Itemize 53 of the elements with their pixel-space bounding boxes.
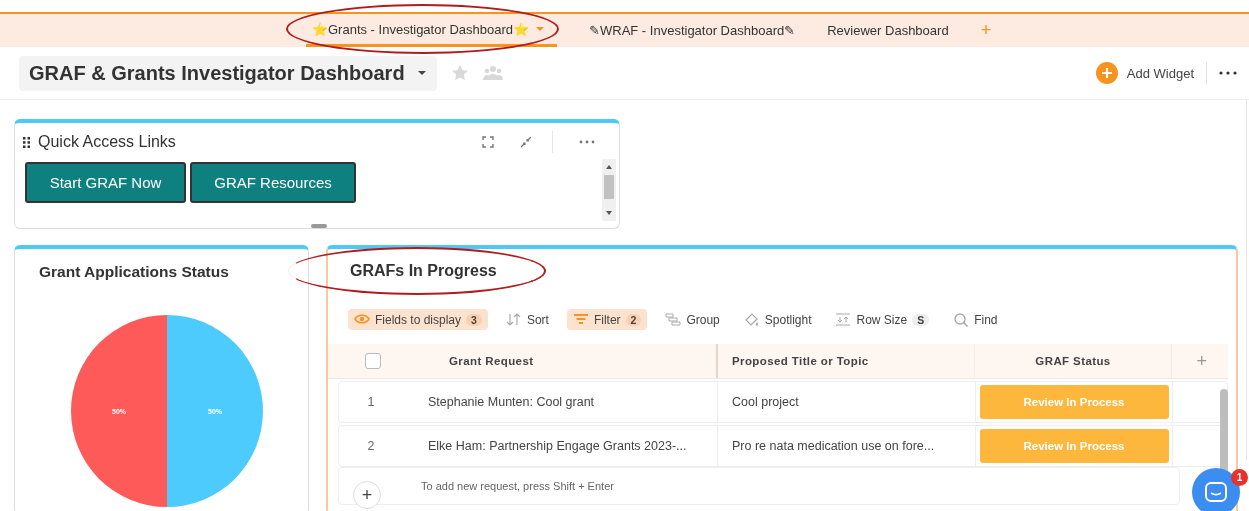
- row-number: 1: [366, 394, 376, 411]
- count-badge: 2: [625, 313, 642, 326]
- table-cell: Pro re nata medication use on fore...: [717, 426, 975, 466]
- add-widget-button[interactable]: Add Widget: [1095, 62, 1194, 84]
- group-icon: [665, 312, 682, 327]
- column-header[interactable]: Proposed Title or Topic: [716, 344, 974, 378]
- link-button[interactable]: GRAF Resources: [190, 162, 356, 203]
- table-cell-text: Elke Ham: Partnership Engage Grants 2023-...: [427, 438, 688, 455]
- resize-handle[interactable]: [311, 224, 327, 228]
- toolbar-button[interactable]: Spotlight: [737, 309, 818, 330]
- people-icon: [482, 65, 503, 81]
- more-icon: [1219, 71, 1237, 75]
- link-button[interactable]: Start GRAF Now: [25, 162, 186, 203]
- count-badge: S: [912, 313, 930, 326]
- add-row-hint: To add new request, press Shift + Enter: [421, 480, 614, 492]
- column-header[interactable]: GRAF Status: [974, 344, 1171, 378]
- dashboard-tab[interactable]: Reviewer Dashboard: [821, 14, 961, 47]
- caret-icon: [535, 26, 545, 32]
- toolbar-button[interactable]: Sort: [499, 309, 555, 330]
- row-size-icon: [835, 312, 852, 327]
- paint-bucket-icon: [743, 312, 760, 327]
- plus-icon: [1095, 62, 1118, 84]
- status-tag: Review In Process: [979, 429, 1169, 463]
- widget-title: Quick Access Links: [38, 133, 176, 151]
- row-number: 2: [366, 438, 376, 455]
- count-badge: 3: [466, 313, 482, 326]
- scrollbar-drawing: [602, 159, 616, 221]
- table-cell: Cool project: [717, 382, 975, 422]
- toolbar-button[interactable]: Row Size S: [829, 309, 936, 330]
- toolbar-button[interactable]: Group: [659, 309, 726, 330]
- add-row-button[interactable]: +: [353, 481, 381, 509]
- checkbox[interactable]: [365, 353, 381, 369]
- unread-badge: 1: [1231, 469, 1248, 486]
- chat-icon: [1205, 482, 1227, 502]
- filter-icon: [572, 312, 589, 327]
- search-icon: [953, 312, 970, 327]
- expand-icon: [482, 136, 494, 148]
- widget-title: Grant Applications Status: [39, 263, 230, 281]
- collapse-icon: [520, 136, 532, 148]
- table-cell-text: Stephanie Munten: Cool grant: [427, 394, 596, 411]
- toolbar-button[interactable]: Fields to display 3: [348, 309, 488, 330]
- widget-title: GRAFs In Progress: [350, 259, 497, 283]
- dashboard-tab[interactable]: ⭐Grants - Investigator Dashboard⭐: [306, 14, 557, 47]
- column-header[interactable]: Grant Request: [393, 344, 716, 378]
- caret-icon: [416, 70, 427, 76]
- toolbar-button[interactable]: Filter 2: [566, 309, 648, 330]
- more-icon: [579, 140, 595, 144]
- dashboard-title[interactable]: GRAF & Grants Investigator Dashboard: [19, 55, 437, 91]
- status-tag: Review In Process: [979, 385, 1169, 419]
- dashboard-tab[interactable]: ✎WRAF - Investigator Dashboard✎: [583, 14, 808, 47]
- toolbar-button[interactable]: Find: [947, 309, 1004, 330]
- sort-icon: [505, 312, 522, 327]
- drag-handle-icon: [23, 136, 30, 148]
